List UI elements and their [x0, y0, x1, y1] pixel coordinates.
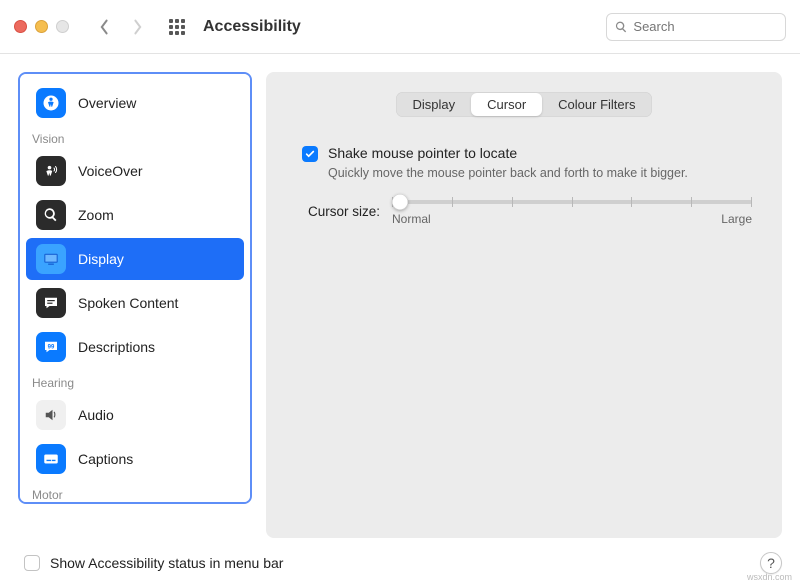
sidebar-item-label: Audio [78, 407, 114, 423]
sidebar-item-label: Overview [78, 95, 136, 111]
captions-icon [36, 444, 66, 474]
main-panel: Display Cursor Colour Filters Shake mous… [266, 72, 782, 538]
slider-thumb[interactable] [392, 194, 408, 210]
zoom-window-button[interactable] [56, 20, 69, 33]
shake-pointer-label: Shake mouse pointer to locate [328, 145, 517, 161]
search-field[interactable] [606, 13, 786, 41]
voiceover-icon [36, 156, 66, 186]
sidebar-item-overview[interactable]: Overview [26, 82, 244, 124]
status-menubar-label: Show Accessibility status in menu bar [50, 555, 283, 571]
svg-text:99: 99 [48, 345, 55, 351]
nav-buttons [91, 13, 151, 41]
audio-icon [36, 400, 66, 430]
watermark: wsxdn.com [747, 572, 792, 582]
shake-pointer-checkbox[interactable] [302, 146, 318, 162]
display-icon [36, 244, 66, 274]
grid-icon [169, 19, 185, 35]
sidebar: Overview Vision VoiceOver Zoom Display [18, 72, 252, 504]
sidebar-item-label: Zoom [78, 207, 114, 223]
cursor-size-label: Cursor size: [308, 204, 380, 219]
tab-cursor[interactable]: Cursor [471, 93, 542, 116]
sidebar-item-label: Display [78, 251, 124, 267]
sidebar-item-voiceover[interactable]: VoiceOver [26, 150, 244, 192]
search-input[interactable] [633, 19, 777, 34]
minimize-window-button[interactable] [35, 20, 48, 33]
window-title: Accessibility [203, 18, 301, 36]
slider-max-label: Large [721, 212, 752, 226]
sidebar-item-audio[interactable]: Audio [26, 394, 244, 436]
sidebar-item-label: Spoken Content [78, 295, 178, 311]
cursor-size-slider[interactable]: Normal Large [392, 200, 752, 222]
sidebar-item-label: VoiceOver [78, 163, 143, 179]
descriptions-icon: 99 [36, 332, 66, 362]
spoken-content-icon [36, 288, 66, 318]
sidebar-item-spoken-content[interactable]: Spoken Content [26, 282, 244, 324]
zoom-icon [36, 200, 66, 230]
back-button[interactable] [91, 13, 119, 41]
titlebar: Accessibility [0, 0, 800, 54]
forward-button[interactable] [123, 13, 151, 41]
tab-display[interactable]: Display [397, 93, 472, 116]
footer: Show Accessibility status in menu bar ? [0, 546, 800, 586]
status-menubar-checkbox[interactable] [24, 555, 40, 571]
sidebar-item-captions[interactable]: Captions [26, 438, 244, 480]
tab-colour-filters[interactable]: Colour Filters [542, 93, 651, 116]
sidebar-group-motor: Motor [20, 482, 250, 504]
sidebar-item-display[interactable]: Display [26, 238, 244, 280]
show-all-button[interactable] [163, 13, 191, 41]
check-icon [305, 149, 315, 159]
sidebar-group-hearing: Hearing [20, 370, 250, 392]
segmented-control: Display Cursor Colour Filters [296, 92, 752, 117]
sidebar-item-label: Descriptions [78, 339, 155, 355]
sidebar-group-vision: Vision [20, 126, 250, 148]
close-window-button[interactable] [14, 20, 27, 33]
slider-min-label: Normal [392, 212, 431, 226]
sidebar-item-descriptions[interactable]: 99 Descriptions [26, 326, 244, 368]
overview-icon [36, 88, 66, 118]
sidebar-item-zoom[interactable]: Zoom [26, 194, 244, 236]
window-controls [14, 20, 69, 33]
shake-pointer-description: Quickly move the mouse pointer back and … [328, 166, 698, 180]
help-button[interactable]: ? [760, 552, 782, 574]
search-icon [615, 20, 627, 34]
sidebar-item-label: Captions [78, 451, 133, 467]
